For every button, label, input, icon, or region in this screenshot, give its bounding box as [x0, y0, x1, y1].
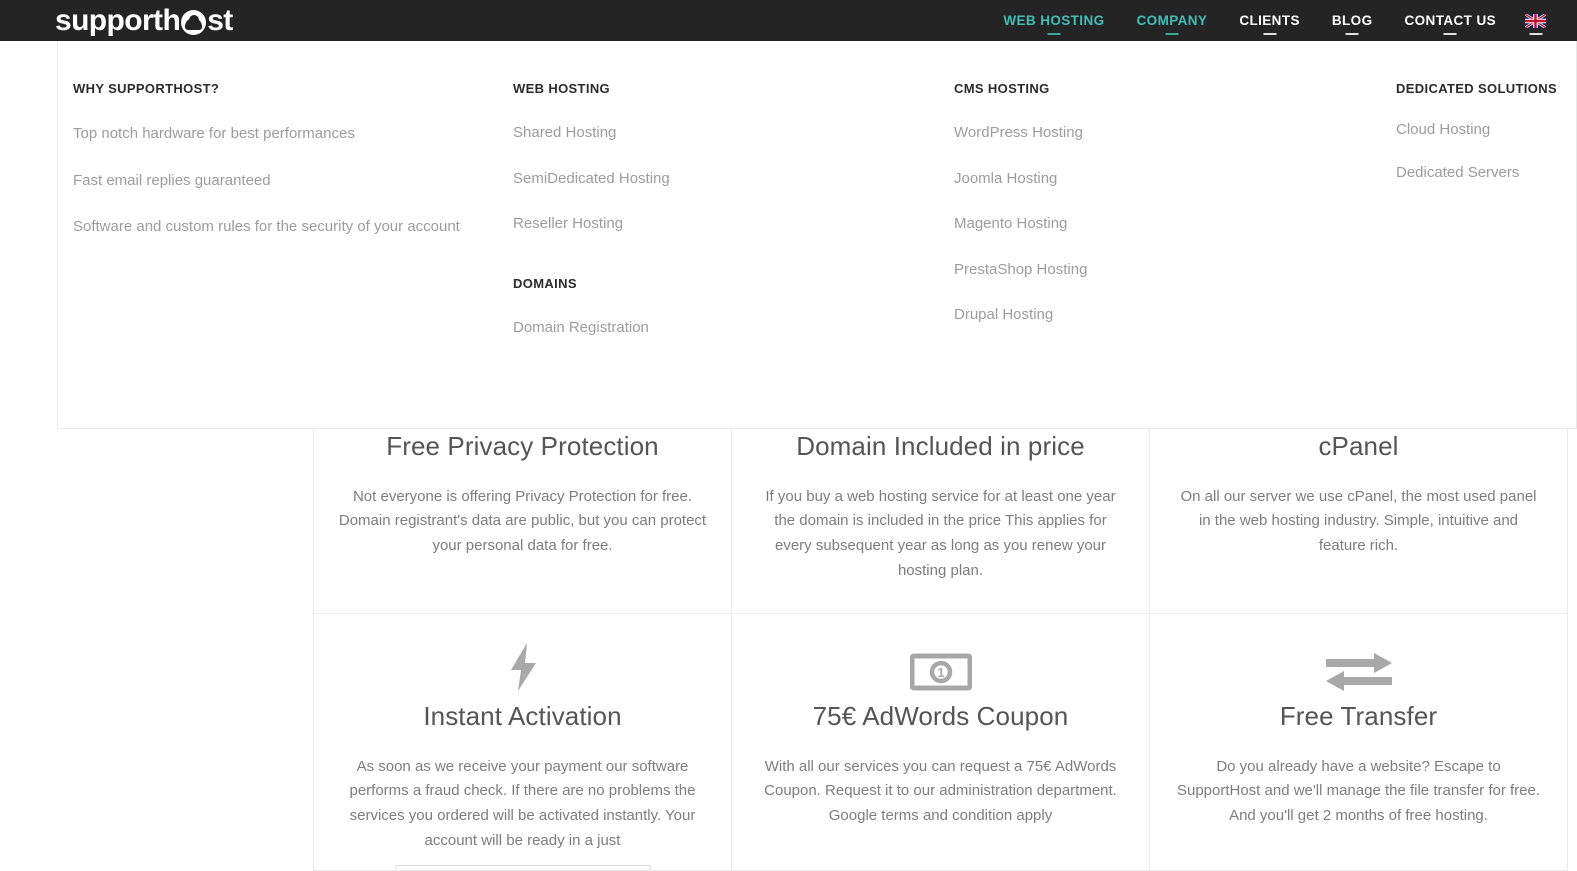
mega-column-heading: CMS HOSTING	[954, 81, 1050, 96]
feature-card-adwords-coupon: 1 75€ AdWords Coupon With all our servic…	[731, 613, 1149, 871]
feature-card-title: Domain Included in price	[796, 431, 1085, 461]
banknote-icon: 1	[756, 614, 1125, 700]
mega-column-heading: WEB HOSTING	[513, 81, 611, 96]
mega-link-domain-registration[interactable]: Domain Registration	[513, 319, 943, 337]
feature-card-instant-activation: Instant Activation As soon as we receive…	[313, 613, 731, 871]
logo-text-prefix: supporth	[55, 3, 181, 37]
feature-card-body: As soon as we receive your payment our s…	[349, 757, 696, 849]
mega-link-software-custom-rules[interactable]: Software and custom rules for the securi…	[73, 218, 503, 236]
mega-column-heading: DEDICATED SOLUTIONS	[1396, 81, 1557, 96]
nav-item-web-hosting[interactable]: WEB HOSTING	[987, 0, 1120, 41]
language-selector[interactable]	[1512, 0, 1559, 41]
feature-card-body: If you buy a web hosting service for at …	[765, 487, 1116, 579]
nav-item-blog[interactable]: BLOG	[1316, 0, 1389, 41]
mega-link-magento-hosting[interactable]: Magento Hosting	[954, 215, 1384, 233]
feature-card-body: Do you already have a website? Escape to…	[1176, 757, 1541, 825]
feature-card-body: Not everyone is offering Privacy Protect…	[338, 487, 707, 555]
web-hosting-mega-menu: WHY SUPPORTHOST? Top notch hardware for …	[57, 38, 1577, 429]
mega-column-dedicated-solutions: DEDICATED SOLUTIONS Cloud Hosting Dedica…	[1396, 38, 1571, 181]
svg-text:1: 1	[937, 665, 944, 680]
feature-card-title: 75€ AdWords Coupon	[812, 701, 1069, 731]
mega-link-list: Top notch hardware for best performances…	[73, 125, 503, 236]
mega-link-top-notch-hardware[interactable]: Top notch hardware for best performances	[73, 125, 503, 143]
mega-link-prestashop-hosting[interactable]: PrestaShop Hosting	[954, 261, 1384, 279]
main-nav: WEB HOSTING COMPANY CLIENTS BLOG CONTACT…	[987, 0, 1559, 41]
mega-link-joomla-hosting[interactable]: Joomla Hosting	[954, 170, 1384, 188]
nav-item-company[interactable]: COMPANY	[1121, 0, 1224, 41]
mega-link-fast-email-replies[interactable]: Fast email replies guaranteed	[73, 172, 503, 190]
page-root: Free Privacy Protection Not everyone is …	[0, 0, 1577, 871]
mega-link-semidedicated-hosting[interactable]: SemiDedicated Hosting	[513, 170, 943, 188]
mega-column-cms-hosting: CMS HOSTING WordPress Hosting Joomla Hos…	[954, 38, 1384, 324]
feature-card-body: With all our services you can request a …	[764, 757, 1117, 825]
mega-sublink-list: Domain Registration	[513, 319, 943, 337]
mega-link-wordpress-hosting[interactable]: WordPress Hosting	[954, 124, 1384, 142]
feature-card-title: Instant Activation	[423, 701, 622, 731]
lightning-bolt-icon	[338, 614, 707, 700]
feature-card-title: Free Privacy Protection	[386, 431, 659, 461]
order-now-button[interactable]	[395, 865, 650, 870]
mega-link-cloud-hosting[interactable]: Cloud Hosting	[1396, 121, 1571, 139]
top-navigation-bar: supporth st WEB HOSTING COMPANY CLIENTS B…	[0, 0, 1577, 41]
mega-column-web-hosting: WEB HOSTING Shared Hosting SemiDedicated…	[513, 38, 943, 336]
nav-item-clients[interactable]: CLIENTS	[1223, 0, 1316, 41]
mega-link-list: Shared Hosting SemiDedicated Hosting Res…	[513, 124, 943, 233]
mega-column-heading: WHY SUPPORTHOST?	[73, 81, 220, 96]
transfer-arrows-icon	[1174, 614, 1543, 700]
uk-flag-icon	[1525, 13, 1546, 28]
feature-card-free-transfer: Free Transfer Do you already have a webs…	[1149, 613, 1568, 871]
mega-link-drupal-hosting[interactable]: Drupal Hosting	[954, 306, 1384, 324]
cloud-circle-icon	[181, 10, 207, 35]
feature-card-title: Free Transfer	[1279, 701, 1438, 731]
feature-card-title: cPanel	[1318, 431, 1399, 461]
mega-column-why-supporthost: WHY SUPPORTHOST? Top notch hardware for …	[73, 38, 503, 236]
mega-column-subheading-domains: DOMAINS	[513, 275, 577, 291]
nav-item-contact-us[interactable]: CONTACT US	[1389, 0, 1513, 41]
feature-card-body: On all our server we use cPanel, the mos…	[1180, 487, 1537, 555]
mega-link-shared-hosting[interactable]: Shared Hosting	[513, 124, 943, 142]
mega-link-list: WordPress Hosting Joomla Hosting Magento…	[954, 124, 1384, 324]
site-logo[interactable]: supporth st	[55, 2, 233, 39]
mega-link-reseller-hosting[interactable]: Reseller Hosting	[513, 215, 943, 233]
mega-link-list: Cloud Hosting Dedicated Servers	[1396, 121, 1571, 182]
logo-text-suffix: st	[207, 3, 233, 37]
mega-link-dedicated-servers[interactable]: Dedicated Servers	[1396, 164, 1571, 182]
